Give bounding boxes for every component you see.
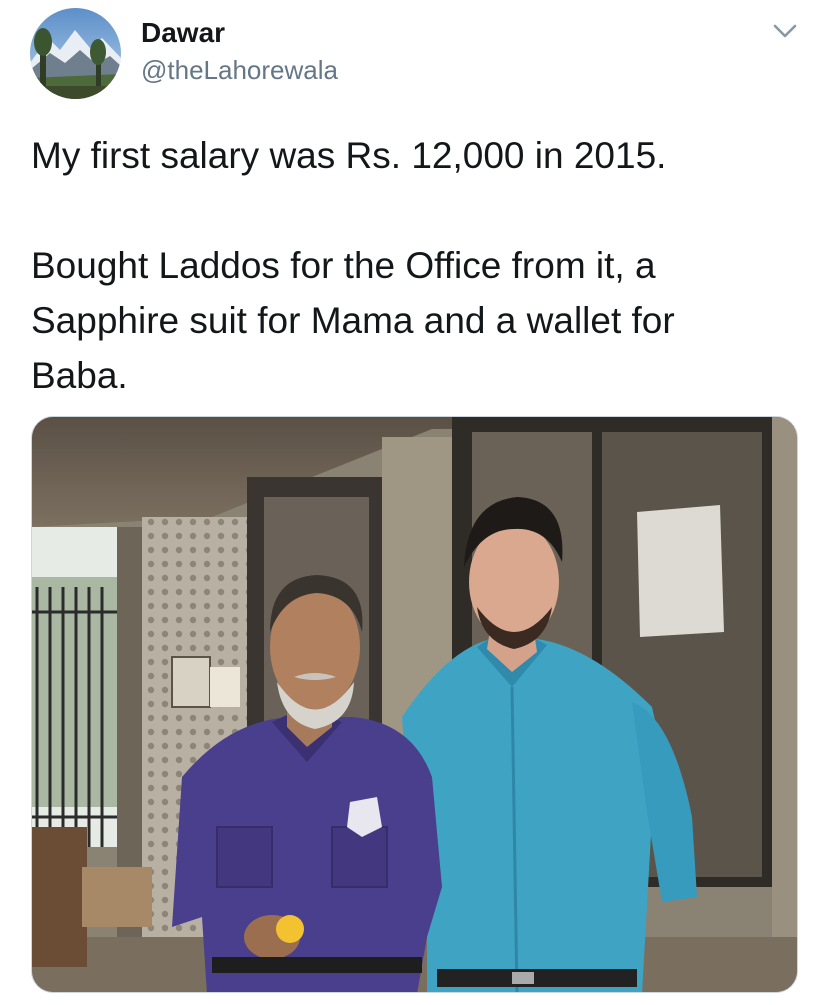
photo-two-men-illustration: [32, 417, 797, 992]
tweet-text-line: My first salary was Rs. 12,000 in 2015.: [31, 135, 667, 176]
author-handle[interactable]: @theLahorewala: [141, 54, 338, 86]
tweet-text: My first salary was Rs. 12,000 in 2015. …: [31, 128, 801, 403]
avatar[interactable]: [30, 8, 121, 99]
tweet-text-line: Sapphire suit for Mama and a wallet for: [31, 300, 675, 341]
tweet-photo[interactable]: [31, 416, 798, 993]
author-display-name[interactable]: Dawar: [141, 16, 225, 50]
mountain-landscape-avatar: [30, 8, 121, 99]
tweet-text-line: Bought Laddos for the Office from it, a: [31, 245, 656, 286]
chevron-down-icon[interactable]: [770, 18, 800, 44]
tweet-text-line: Baba.: [31, 355, 128, 396]
tweet-card: Dawar @theLahorewala My first salary was…: [0, 0, 828, 1005]
